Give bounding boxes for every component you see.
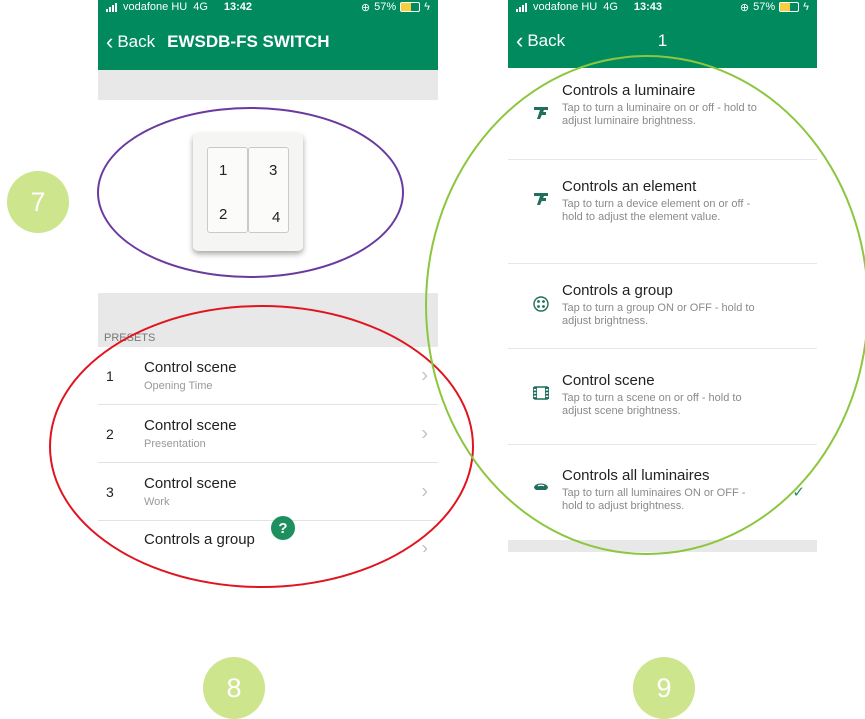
option-title: Controls an element [562, 178, 697, 195]
preset-subtitle: Presentation [144, 438, 206, 450]
chevron-right-icon: › [421, 480, 428, 502]
carrier-label: vodafone HU [123, 1, 188, 13]
status-bar: vodafone HU 4G 13:42 ⊕ 57% ϟ [98, 0, 438, 14]
preset-row-2[interactable]: 2 Control scene Presentation › [98, 405, 438, 463]
back-label: Back [117, 32, 156, 51]
chevron-right-icon: › [421, 422, 428, 444]
nav-bar: ‹ Back 1 [508, 14, 817, 68]
option-controls-all-luminaires[interactable]: Controls all luminaires Tap to turn all l… [508, 445, 817, 540]
switch-image: 1 3 2 4 [193, 133, 303, 251]
switch-number-4: 4 [272, 209, 281, 226]
help-button[interactable]: ? [271, 516, 295, 540]
battery-percent: 57% [753, 1, 776, 13]
group-icon [520, 282, 562, 312]
help-label: ? [278, 519, 288, 537]
chevron-left-icon: ‹ [516, 28, 524, 53]
chevron-left-icon: ‹ [106, 29, 114, 54]
preset-subtitle: Opening Time [144, 380, 213, 392]
preset-title: Control scene [144, 359, 237, 376]
switch-image-area: 1 3 2 4 [98, 100, 438, 293]
carrier-label: vodafone HU [533, 1, 598, 13]
callout-9: 9 [633, 657, 695, 719]
all-luminaires-icon [520, 467, 562, 493]
orientation-lock-icon: ⊕ [739, 1, 750, 14]
left-phone-screen: vodafone HU 4G 13:42 ⊕ 57% ϟ ‹ Back EWSD… [98, 0, 438, 552]
time-label: 13:43 [633, 1, 663, 13]
preset-subtitle: Work [144, 496, 170, 508]
option-description: Tap to turn a device element on or off -… [562, 198, 751, 223]
section-spacer [98, 293, 438, 323]
battery-icon [779, 2, 800, 12]
element-icon [520, 178, 562, 206]
signal-icon [516, 2, 527, 12]
luminaire-icon [520, 82, 562, 120]
preset-title: Controls a group [144, 531, 255, 548]
option-title: Controls all luminaires [562, 467, 710, 484]
preset-number: 3 [106, 483, 114, 500]
chevron-right-icon: › [421, 364, 428, 386]
chevron-right-icon: › [421, 537, 428, 553]
back-button[interactable]: ‹ Back [516, 30, 565, 52]
orientation-lock-icon: ⊕ [360, 1, 371, 14]
network-label: 4G [193, 1, 208, 13]
back-label: Back [527, 31, 566, 50]
option-title: Control scene [562, 372, 655, 389]
option-description: Tap to turn a luminaire on or off - hold… [562, 102, 757, 127]
option-controls-group[interactable]: Controls a group Tap to turn a group ON o… [508, 264, 817, 349]
option-control-scene[interactable]: Control scene Tap to turn a scene on or o… [508, 349, 817, 445]
switch-number-2: 2 [219, 206, 228, 223]
checkmark-icon: ✓ [792, 484, 805, 501]
preset-row-1[interactable]: 1 Control scene Opening Time › [98, 347, 438, 405]
preset-row-3[interactable]: 3 Control scene Work › [98, 463, 438, 521]
status-bar: vodafone HU 4G 13:43 ⊕ 57% ϟ [508, 0, 817, 14]
preset-number: 1 [106, 367, 114, 384]
battery-percent: 57% [374, 1, 397, 13]
preset-title: Control scene [144, 417, 237, 434]
callout-label: 9 [656, 672, 672, 703]
option-description: Tap to turn a group ON or OFF - hold to … [562, 302, 755, 327]
option-description: Tap to turn all luminaires ON or OFF - h… [562, 487, 746, 512]
rocker-right[interactable] [248, 147, 289, 233]
option-controls-element[interactable]: Controls an element Tap to turn a device … [508, 160, 817, 264]
network-label: 4G [603, 1, 618, 13]
section-spacer [98, 70, 438, 100]
scene-icon [520, 372, 562, 400]
preset-number: 2 [106, 425, 114, 442]
time-label: 13:42 [223, 1, 253, 13]
callout-label: 8 [226, 672, 242, 703]
switch-number-1: 1 [219, 162, 228, 179]
rocker-left[interactable] [207, 147, 248, 233]
page-title: EWSDB-FS SWITCH [167, 32, 330, 51]
callout-8: 8 [203, 657, 265, 719]
preset-title: Control scene [144, 475, 237, 492]
nav-bar: ‹ Back EWSDB-FS SWITCH [98, 14, 438, 70]
signal-icon [106, 2, 117, 12]
charging-icon: ϟ [803, 1, 809, 13]
back-button[interactable]: ‹ Back [106, 31, 155, 53]
option-title: Controls a luminaire [562, 82, 696, 99]
option-description: Tap to turn a scene on or off - hold to … [562, 392, 742, 417]
option-title: Controls a group [562, 282, 673, 299]
right-phone-screen: vodafone HU 4G 13:43 ⊕ 57% ϟ ‹ Back 1 Co… [508, 0, 817, 552]
switch-number-3: 3 [269, 162, 278, 179]
charging-icon: ϟ [424, 1, 430, 13]
preset-number: 4 [98, 531, 144, 552]
section-spacer [508, 540, 817, 552]
callout-7: 7 [7, 171, 69, 233]
callout-label: 7 [30, 186, 46, 217]
option-controls-luminaire[interactable]: Controls a luminaire Tap to turn a lumina… [508, 68, 817, 160]
presets-header: PRESETS [98, 323, 438, 347]
battery-icon [400, 2, 421, 12]
preset-row-4[interactable]: 4 Controls a group › [98, 521, 438, 552]
